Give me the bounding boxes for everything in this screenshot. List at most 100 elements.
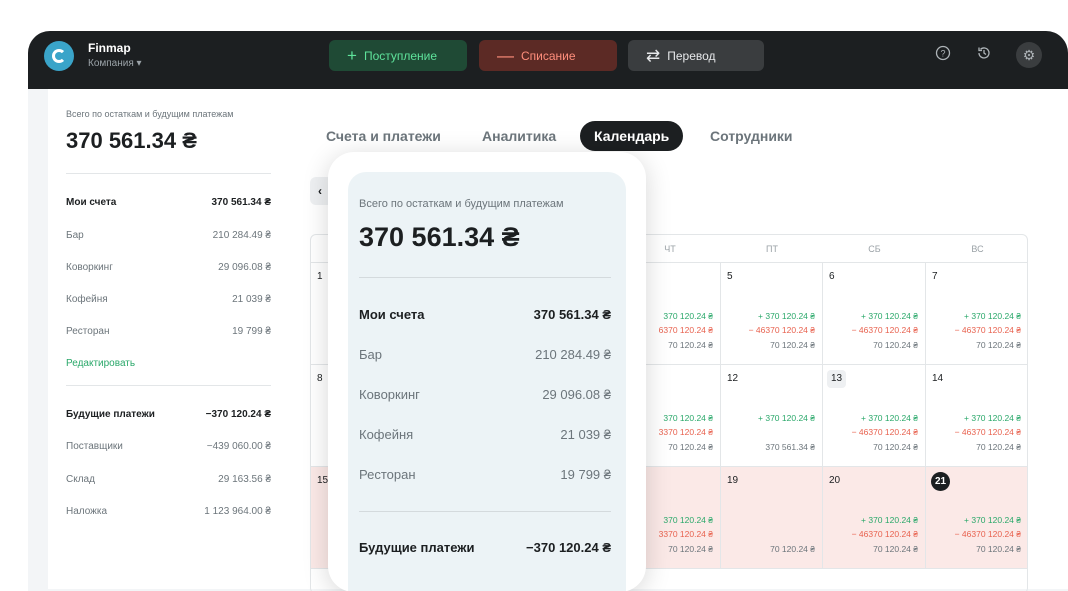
tab-calendar[interactable]: Календарь: [580, 121, 684, 151]
zoom-future-header[interactable]: Будущие платежи −370 120.24 ₴: [359, 540, 611, 555]
zoom-account-label: Ресторан: [359, 467, 416, 482]
day-number: 1: [317, 271, 323, 282]
edit-accounts-link[interactable]: Редактировать: [66, 358, 271, 369]
income-amount: 370 120.24 ₴: [663, 311, 713, 321]
accounts-header-value: 370 561.34 ₴: [211, 197, 272, 208]
expense-amount: − 46370 120.24 ₴: [954, 427, 1021, 437]
income-amount: + 370 120.24 ₴: [964, 413, 1021, 423]
company-selector[interactable]: Компания ▾: [88, 58, 142, 69]
future-header-label: Будущие платежи: [66, 409, 155, 420]
app-name: Finmap: [88, 41, 131, 55]
help-icon[interactable]: ?: [933, 45, 953, 65]
expense-amount: − 46370 120.24 ₴: [851, 427, 918, 437]
tab-accounts[interactable]: Счета и платежи: [326, 121, 441, 151]
calendar-day-cell[interactable]: 6 + 370 120.24 ₴ − 46370 120.24 ₴ 70 120.24…: [823, 263, 926, 365]
zoom-account-label: Бар: [359, 347, 382, 362]
day-number: 14: [932, 373, 944, 384]
expense-amount: − 46370 120.24 ₴: [851, 325, 918, 335]
expense-amount: 6370 120.24 ₴: [658, 325, 713, 335]
finmap-logo-icon[interactable]: [44, 41, 74, 71]
zoom-future-value: −370 120.24 ₴: [526, 540, 611, 555]
expense-amount: 3370 120.24 ₴: [658, 529, 713, 539]
income-amount: + 370 120.24 ₴: [758, 311, 815, 321]
day-number: 20: [829, 475, 841, 486]
income-amount: + 370 120.24 ₴: [861, 515, 918, 525]
day-number: 15: [317, 475, 329, 486]
plus-icon: +: [347, 45, 357, 65]
account-item[interactable]: Кофейня 21 039 ₴: [66, 294, 271, 305]
tab-analytics[interactable]: Аналитика: [482, 121, 556, 151]
add-expense-label: Списание: [521, 48, 576, 63]
add-income-button[interactable]: + Поступление: [329, 40, 467, 71]
today-day-number: 21: [931, 472, 950, 491]
accounts-header[interactable]: Мои счета 370 561.34 ₴: [66, 197, 271, 208]
balance-amount: 70 120.24 ₴: [668, 442, 713, 452]
day-number: 5: [727, 271, 733, 282]
day-number: 6: [829, 271, 835, 282]
calendar-day-cell[interactable]: 20 + 370 120.24 ₴ − 46370 120.24 ₴ 70 120.2…: [823, 467, 926, 569]
swap-icon: ⇄: [646, 45, 661, 65]
calendar-day-cell[interactable]: 14 + 370 120.24 ₴ − 46370 120.24 ₴ 70 120.2…: [926, 365, 1027, 467]
balance-zoom-panel: Всего по остаткам и будущим платежам 370…: [348, 172, 626, 591]
zoom-account-item[interactable]: Ресторан 19 799 ₴: [359, 467, 611, 482]
income-amount: + 370 120.24 ₴: [964, 515, 1021, 525]
zoom-account-label: Кофейня: [359, 427, 414, 442]
account-item[interactable]: Бар 210 284.49 ₴: [66, 230, 271, 241]
future-payment-item[interactable]: Поставщики −439 060.00 ₴: [66, 441, 271, 452]
divider: [359, 511, 611, 512]
zoom-account-value: 21 039 ₴: [560, 427, 611, 442]
add-expense-button[interactable]: — Списание: [479, 40, 617, 71]
balance-zoom-card: Всего по остаткам и будущим платежам 370…: [328, 152, 646, 591]
zoom-account-label: Коворкинг: [359, 387, 420, 402]
account-label: Кофейня: [66, 294, 108, 305]
svg-text:?: ?: [940, 48, 945, 58]
finmap-app: Finmap Компания ▾ + Поступление — Списан…: [28, 31, 1068, 591]
balance-amount: 70 120.24 ₴: [770, 544, 815, 554]
future-payment-label: Склад: [66, 474, 95, 485]
balance-amount: 370 561.34 ₴: [765, 442, 815, 452]
future-payments-header[interactable]: Будущие платежи −370 120.24 ₴: [66, 409, 271, 420]
future-payment-value: 29 163.56 ₴: [218, 474, 271, 485]
expense-amount: − 46370 120.24 ₴: [851, 529, 918, 539]
day-header: ПТ: [766, 244, 778, 254]
expense-amount: 3370 120.24 ₴: [658, 427, 713, 437]
balance-amount: 70 120.24 ₴: [873, 442, 918, 452]
future-payment-value: 1 123 964.00 ₴: [204, 506, 271, 517]
account-label: Бар: [66, 230, 84, 241]
account-item[interactable]: Коворкинг 29 096.08 ₴: [66, 262, 271, 273]
calendar-day-cell[interactable]: 13 + 370 120.24 ₴ − 46370 120.24 ₴ 70 120.2…: [823, 365, 926, 467]
history-icon[interactable]: [974, 45, 994, 65]
balance-amount: 70 120.24 ₴: [976, 442, 1021, 452]
calendar-day-cell[interactable]: 21 + 370 120.24 ₴ − 46370 120.24 ₴ 70 120.2…: [926, 467, 1027, 569]
expense-amount: − 46370 120.24 ₴: [954, 529, 1021, 539]
zoom-account-value: 19 799 ₴: [560, 467, 611, 482]
gear-icon[interactable]: ⚙: [1016, 42, 1042, 68]
day-number: 13: [827, 370, 846, 388]
future-payment-item[interactable]: Наложка 1 123 964.00 ₴: [66, 506, 271, 517]
income-amount: 370 120.24 ₴: [663, 515, 713, 525]
zoom-accounts-header[interactable]: Мои счета 370 561.34 ₴: [359, 307, 611, 322]
balance-amount: 70 120.24 ₴: [873, 544, 918, 554]
day-header: СБ: [868, 244, 881, 254]
balance-sidebar: Всего по остаткам и будущим платежам 370…: [48, 89, 290, 589]
zoom-account-item[interactable]: Кофейня 21 039 ₴: [359, 427, 611, 442]
divider: [359, 277, 611, 278]
account-value: 210 284.49 ₴: [212, 230, 271, 241]
zoom-account-item[interactable]: Коворкинг 29 096.08 ₴: [359, 387, 611, 402]
zoom-account-item[interactable]: Бар 210 284.49 ₴: [359, 347, 611, 362]
calendar-day-cell[interactable]: 12 + 370 120.24 ₴ 370 561.34 ₴: [721, 365, 823, 467]
top-bar: Finmap Компания ▾ + Поступление — Списан…: [28, 31, 1068, 89]
zoom-total-label: Всего по остаткам и будущим платежам: [359, 198, 564, 210]
calendar-day-cell[interactable]: 5 + 370 120.24 ₴ − 46370 120.24 ₴ 70 120.24…: [721, 263, 823, 365]
income-amount: 370 120.24 ₴: [663, 413, 713, 423]
income-amount: + 370 120.24 ₴: [861, 311, 918, 321]
transfer-button[interactable]: ⇄ Перевод: [628, 40, 764, 71]
account-item[interactable]: Ресторан 19 799 ₴: [66, 326, 271, 337]
tab-employees[interactable]: Сотрудники: [710, 121, 793, 151]
future-payment-item[interactable]: Склад 29 163.56 ₴: [66, 474, 271, 485]
account-value: 19 799 ₴: [232, 326, 271, 337]
calendar-day-cell[interactable]: 7 + 370 120.24 ₴ − 46370 120.24 ₴ 70 120.24…: [926, 263, 1027, 365]
zoom-total-balance: 370 561.34 ₴: [359, 222, 520, 252]
day-number: 7: [932, 271, 938, 282]
calendar-day-cell[interactable]: 19 70 120.24 ₴: [721, 467, 823, 569]
